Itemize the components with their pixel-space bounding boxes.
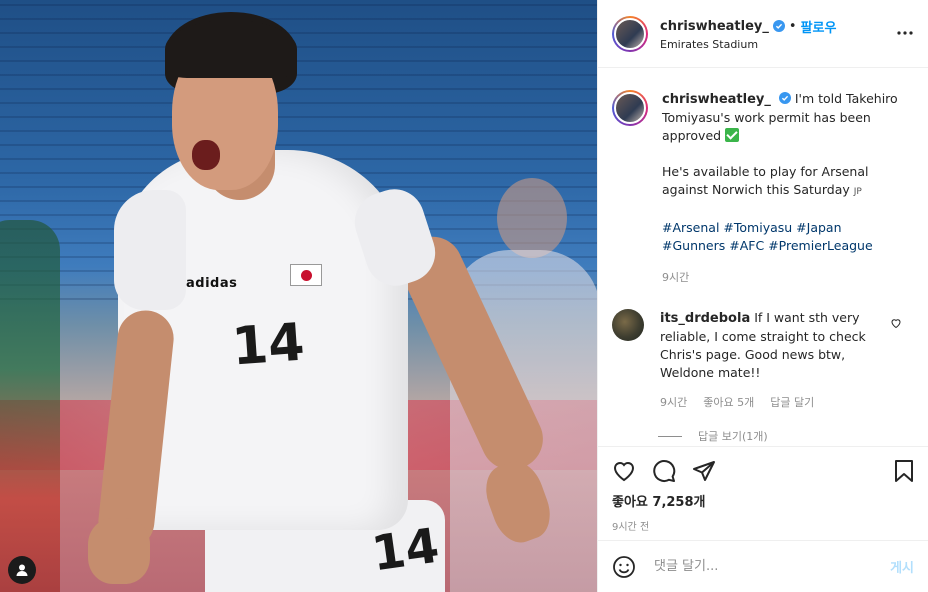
- caption-avatar[interactable]: [612, 90, 648, 126]
- brand-logo: adidas: [186, 276, 238, 291]
- user-tags-button[interactable]: [8, 556, 36, 584]
- player-left-hand: [88, 518, 150, 584]
- comment-bubble-icon[interactable]: [652, 459, 676, 483]
- comments-section: chriswheatley_ I'm told Takehiro Tomiyas…: [598, 68, 928, 446]
- post-photo[interactable]: adidas 14 14: [0, 0, 597, 592]
- hashtag-japan[interactable]: #Japan: [796, 220, 841, 235]
- jp-flag-text: JP: [853, 187, 862, 197]
- comment-timestamp: 9시간: [660, 396, 688, 409]
- commenter-username[interactable]: its_drdebola: [660, 311, 750, 326]
- hashtag-arsenal[interactable]: #Arsenal: [662, 220, 719, 235]
- replies-line: [658, 435, 682, 437]
- like-heart-icon[interactable]: [612, 459, 636, 483]
- check-mark-icon: [725, 128, 740, 142]
- view-replies-label: 답글 보기(1개): [698, 430, 768, 443]
- comment-item: its_drdebola If I want sth very reliable…: [612, 309, 914, 412]
- commenter-avatar[interactable]: [612, 309, 644, 341]
- hashtags: #Arsenal #Tomiyasu #Japan #Gunners #AFC …: [662, 219, 902, 255]
- caption-line2: He's available to play for Arsenal again…: [662, 164, 869, 197]
- share-plane-icon[interactable]: [692, 459, 716, 483]
- shirt-number: 14: [229, 312, 307, 378]
- separator-dot: •: [788, 18, 797, 34]
- caption-timestamp: 9시간: [662, 271, 690, 284]
- likes-count[interactable]: 좋아요 7,258개: [612, 491, 914, 510]
- comment-input[interactable]: [652, 558, 891, 575]
- player-mouth: [192, 140, 220, 170]
- emoji-smiley-icon[interactable]: [612, 555, 636, 579]
- post-header: chriswheatley_ • 팔로우 Emirates Stadium: [598, 0, 928, 68]
- hashtag-gunners[interactable]: #Gunners: [662, 238, 725, 253]
- post-timestamp[interactable]: 9시간 전: [612, 518, 914, 533]
- person-icon: [16, 564, 28, 576]
- shorts-number: 14: [368, 517, 443, 583]
- view-replies-button[interactable]: 답글 보기(1개): [658, 428, 914, 444]
- save-bookmark-icon[interactable]: [892, 459, 916, 483]
- hashtag-tomiyasu[interactable]: #Tomiyasu: [723, 220, 792, 235]
- hashtag-premierleague[interactable]: #PremierLeague: [768, 238, 872, 253]
- author-username[interactable]: chriswheatley_: [660, 19, 769, 34]
- reply-button[interactable]: 답글 달기: [770, 394, 814, 412]
- main-player: adidas 14 14: [0, 0, 597, 592]
- comment-composer: 게시: [598, 540, 928, 592]
- author-avatar[interactable]: [612, 15, 648, 52]
- post-actions: 좋아요 7,258개 9시간 전: [598, 446, 928, 540]
- location-link[interactable]: Emirates Stadium: [660, 38, 836, 51]
- follow-button[interactable]: 팔로우: [801, 17, 837, 36]
- post-sidebar: chriswheatley_ • 팔로우 Emirates Stadium ch…: [597, 0, 928, 592]
- comment-likes[interactable]: 좋아요 5개: [703, 394, 754, 412]
- instagram-post: adidas 14 14 chriswheatley_ • 팔로우 Emirat…: [0, 0, 928, 592]
- caption-username[interactable]: chriswheatley_: [662, 92, 771, 107]
- player-fringe: [165, 20, 297, 78]
- verified-badge-icon: [778, 92, 791, 104]
- post-comment-button[interactable]: 게시: [890, 557, 914, 576]
- like-comment-heart-icon[interactable]: [890, 317, 902, 329]
- verified-badge-icon: [772, 20, 785, 32]
- more-options-icon[interactable]: [896, 24, 914, 42]
- hashtag-afc[interactable]: #AFC: [729, 238, 764, 253]
- caption: chriswheatley_ I'm told Takehiro Tomiyas…: [612, 90, 914, 287]
- japan-flag-icon: [290, 264, 322, 286]
- player-right-hand: [478, 454, 558, 550]
- player-left-sleeve: [114, 190, 186, 310]
